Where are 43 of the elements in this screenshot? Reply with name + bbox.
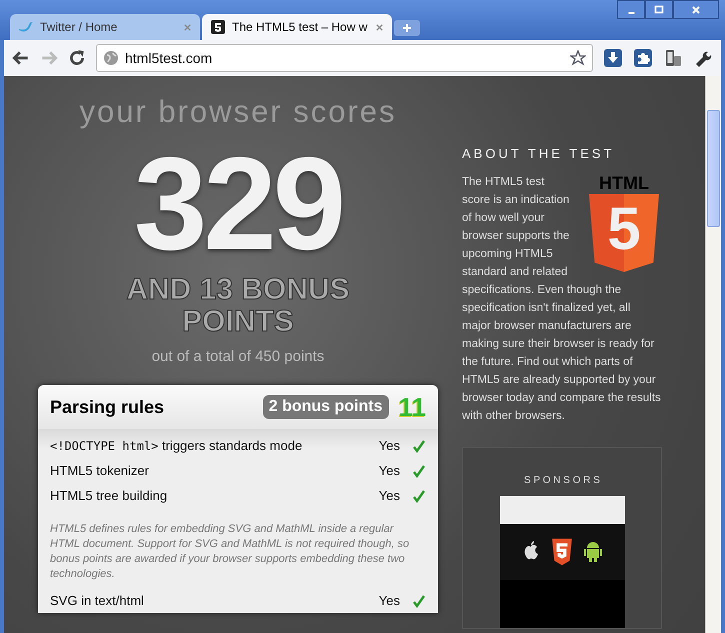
minimize-icon xyxy=(628,12,634,14)
browser-tab[interactable]: The HTML5 test – How w xyxy=(202,14,392,40)
html5-icon xyxy=(210,19,226,35)
about-heading: ABOUT THE TEST xyxy=(462,146,616,161)
maximize-button[interactable] xyxy=(645,0,673,19)
bonus-points-text: AND 13 BONUS POINTS xyxy=(125,274,351,338)
html5-shield-logo: 5 xyxy=(589,194,659,272)
maximize-icon xyxy=(654,4,664,14)
score-number: 329 xyxy=(134,138,342,270)
back-icon[interactable] xyxy=(12,49,30,67)
test-name: HTML5 tokenizer xyxy=(50,463,150,478)
download-icon[interactable] xyxy=(603,48,623,68)
sponsors-heading: S P O N S O R S xyxy=(524,475,600,486)
star-icon[interactable] xyxy=(570,50,586,66)
address-bar[interactable]: html5test.com xyxy=(96,44,593,72)
scrollbar[interactable] xyxy=(705,76,721,633)
reload-icon[interactable] xyxy=(68,49,86,67)
minimize-button[interactable] xyxy=(617,0,645,19)
test-name: HTML5 tree building xyxy=(50,488,168,503)
total-points-text: out of a total of 450 points xyxy=(152,348,324,365)
score-heading: your browser scores xyxy=(79,94,397,130)
test-name: SVG in text/html xyxy=(50,593,145,608)
section-title: Parsing rules xyxy=(50,396,166,418)
scrollbar-thumb[interactable] xyxy=(707,110,720,227)
test-result: Yes xyxy=(378,438,400,453)
puzzle-icon[interactable] xyxy=(633,48,653,68)
test-result: Yes xyxy=(378,463,400,478)
close-window-button[interactable] xyxy=(673,0,719,19)
plus-icon xyxy=(402,23,412,33)
test-result: Yes xyxy=(378,593,400,608)
devices-icon[interactable] xyxy=(663,48,683,68)
logo-text: HTML xyxy=(599,173,649,194)
ad-banner-image[interactable] xyxy=(500,496,624,628)
new-tab-button[interactable] xyxy=(394,20,420,36)
close-icon xyxy=(691,4,701,14)
bonus-badge: 2 bonus points xyxy=(262,395,388,419)
about-text: specifications. Even though the specification isn't finalized yet, all major browser manufacturers are making sure their browser is ready for the future. Find out which parts of HTML5 are already supported by your browser today and compare the results with other browsers. xyxy=(462,283,662,424)
close-icon[interactable] xyxy=(375,22,384,32)
section-note: HTML5 defines rules for embedding SVG and MathML inside a regular HTML document. Support for SVG and MathML is not required though, so bonus points are awarded if your browser supports embedding these two technologies. xyxy=(50,522,410,582)
test-result: Yes xyxy=(378,488,400,503)
test-name: <!DOCTYPE html> triggers standards mode xyxy=(50,438,304,453)
browser-tab[interactable]: Twitter / Home xyxy=(10,14,200,40)
section-score: 11 xyxy=(398,392,426,422)
